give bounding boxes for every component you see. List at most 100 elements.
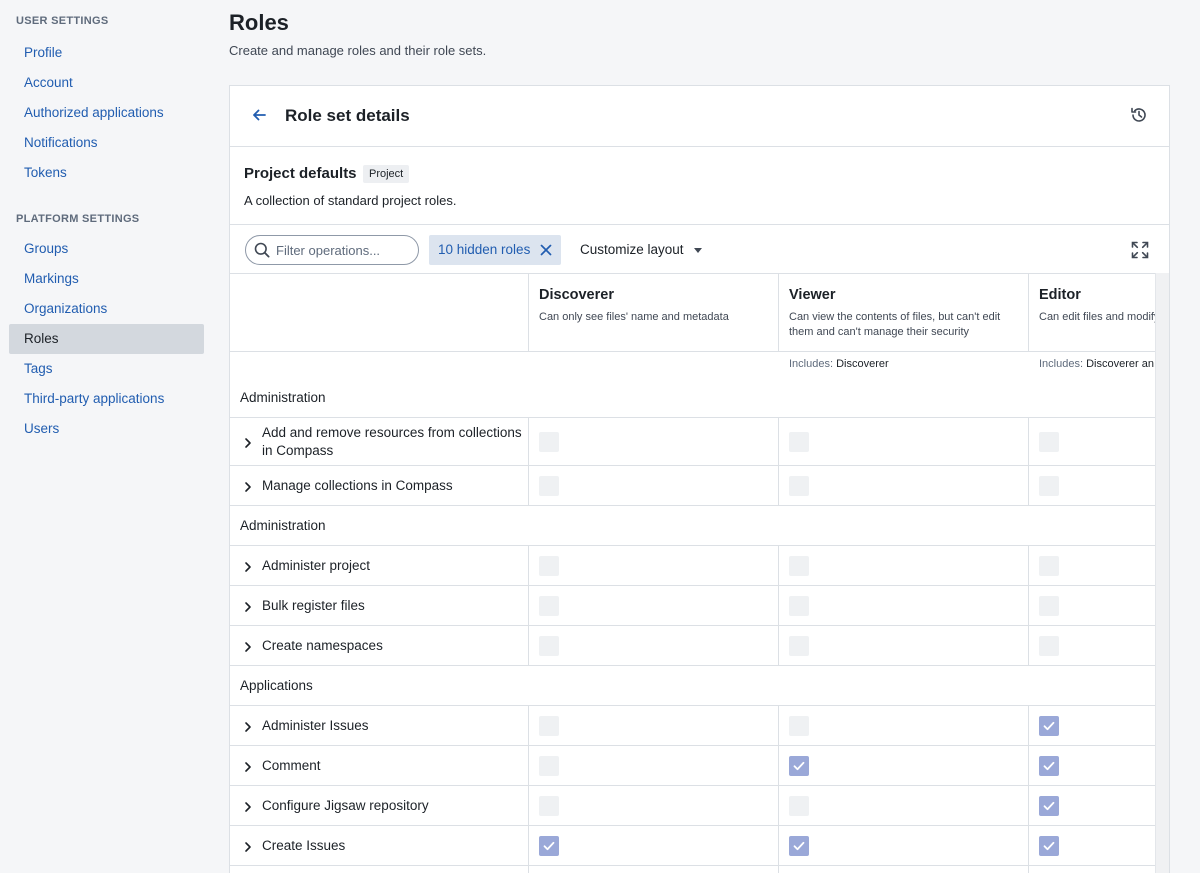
- editor-includes: Includes: Discoverer an: [1039, 358, 1154, 370]
- permission-checkbox[interactable]: [1039, 475, 1059, 496]
- operation-cell: Configure Jigsaw repository: [230, 786, 529, 825]
- permission-checkbox[interactable]: [789, 555, 809, 576]
- table-row: Administer project: [230, 546, 1156, 586]
- table-row: Add and remove resources from collection…: [230, 418, 1156, 466]
- permission-checkbox[interactable]: [1039, 431, 1059, 452]
- hidden-roles-label: 10 hidden roles: [438, 242, 531, 257]
- operation-cell: Add and remove resources from collection…: [230, 418, 529, 465]
- permission-cell: [1029, 706, 1156, 745]
- sidebar-item-profile[interactable]: Profile: [9, 38, 204, 68]
- operation-label: Create namespaces: [262, 637, 383, 653]
- permission-cell: [529, 546, 779, 585]
- role-description: Can only see files' name and metadata: [539, 311, 729, 323]
- permission-checkbox-checked[interactable]: [1039, 755, 1059, 776]
- permission-checkbox[interactable]: [1039, 555, 1059, 576]
- platform-settings-heading: PLATFORM SETTINGS: [16, 213, 140, 225]
- chevron-right-icon[interactable]: [242, 640, 254, 652]
- permission-checkbox[interactable]: [1039, 595, 1059, 616]
- sidebar-item-third-party-applications[interactable]: Third-party applications: [9, 384, 204, 414]
- permission-cell: [529, 826, 779, 865]
- page-subtitle: Create and manage roles and their role s…: [229, 43, 487, 58]
- table-row: Manage collections in Compass: [230, 466, 1156, 506]
- sidebar-item-groups[interactable]: Groups: [9, 234, 204, 264]
- hidden-roles-tag[interactable]: 10 hidden roles: [429, 235, 562, 265]
- permission-checkbox-checked[interactable]: [1039, 795, 1059, 816]
- operation-label: Create Issues: [262, 837, 346, 853]
- permission-checkbox[interactable]: [539, 595, 559, 616]
- permission-checkbox[interactable]: [789, 431, 809, 452]
- permission-cell: [779, 866, 1029, 873]
- permission-checkbox-checked[interactable]: [789, 755, 809, 776]
- sidebar-item-account[interactable]: Account: [9, 68, 204, 98]
- role-set-description: A collection of standard project roles.: [244, 193, 457, 208]
- sidebar-item-tokens[interactable]: Tokens: [9, 158, 204, 188]
- permission-cell: [779, 706, 1029, 745]
- customize-layout-button[interactable]: Customize layout: [580, 235, 702, 265]
- close-icon[interactable]: [540, 244, 552, 256]
- permission-checkbox-checked[interactable]: [1039, 835, 1059, 856]
- customize-layout-label: Customize layout: [580, 242, 684, 257]
- back-arrow-icon[interactable]: [249, 105, 269, 125]
- chevron-right-icon[interactable]: [242, 600, 254, 612]
- sidebar-item-roles[interactable]: Roles: [9, 324, 204, 354]
- table-row: Create namespaces: [230, 626, 1156, 666]
- table-row: Administer Issues: [230, 706, 1156, 746]
- operation-label: Administer Issues: [262, 717, 369, 733]
- permission-checkbox-checked[interactable]: [789, 835, 809, 856]
- role-set-type-tag: Project: [363, 165, 410, 183]
- chevron-right-icon[interactable]: [242, 840, 254, 852]
- permission-cell: [1029, 586, 1156, 625]
- sidebar-item-organizations[interactable]: Organizations: [9, 294, 204, 324]
- permission-cell: [779, 418, 1029, 465]
- chevron-right-icon[interactable]: [242, 800, 254, 812]
- permission-checkbox[interactable]: [1039, 635, 1059, 656]
- sidebar-item-markings[interactable]: Markings: [9, 264, 204, 294]
- permission-checkbox[interactable]: [789, 715, 809, 736]
- horizontal-scroll-edge[interactable]: [1155, 273, 1169, 873]
- permission-checkbox[interactable]: [539, 795, 559, 816]
- chevron-right-icon[interactable]: [242, 760, 254, 772]
- permission-checkbox[interactable]: [789, 595, 809, 616]
- role-header-viewer: Viewer Can view the contents of files, b…: [779, 273, 1029, 352]
- filter-field[interactable]: [245, 235, 419, 265]
- table-header: Discoverer Can only see files' name and …: [230, 273, 1156, 352]
- role-set-name: Project defaults: [244, 165, 357, 182]
- history-icon[interactable]: [1129, 105, 1149, 125]
- permission-checkbox[interactable]: [789, 795, 809, 816]
- permission-cell: [1029, 826, 1156, 865]
- chevron-right-icon[interactable]: [242, 560, 254, 572]
- fullscreen-icon[interactable]: [1131, 241, 1149, 259]
- permission-checkbox-checked[interactable]: [539, 835, 559, 856]
- operation-label: Bulk register files: [262, 597, 365, 613]
- role-name: Viewer: [789, 287, 836, 303]
- caret-down-icon: [693, 247, 702, 253]
- permission-checkbox[interactable]: [539, 555, 559, 576]
- permission-checkbox[interactable]: [789, 475, 809, 496]
- sidebar-item-tags[interactable]: Tags: [9, 354, 204, 384]
- permission-checkbox-checked[interactable]: [1039, 715, 1059, 736]
- role-header-discoverer: Discoverer Can only see files' name and …: [529, 273, 779, 352]
- operation-label: Add and remove resources from collection…: [262, 424, 522, 458]
- permission-checkbox[interactable]: [539, 475, 559, 496]
- table-row: Configure Jigsaw repository: [230, 786, 1156, 826]
- permission-checkbox[interactable]: [539, 635, 559, 656]
- table-row: Bulk register files: [230, 586, 1156, 626]
- user-settings-heading: USER SETTINGS: [16, 15, 109, 27]
- operation-label: Comment: [262, 757, 321, 773]
- permission-checkbox[interactable]: [539, 431, 559, 452]
- operation-cell: [230, 866, 529, 873]
- permission-checkbox[interactable]: [539, 715, 559, 736]
- chevron-right-icon[interactable]: [242, 436, 254, 448]
- table-toolbar: 10 hidden roles Customize layout: [230, 225, 1169, 274]
- card-title: Role set details: [285, 106, 410, 125]
- filter-operations-input[interactable]: [276, 240, 412, 260]
- chevron-right-icon[interactable]: [242, 480, 254, 492]
- chevron-right-icon[interactable]: [242, 720, 254, 732]
- sidebar-item-notifications[interactable]: Notifications: [9, 128, 204, 158]
- permission-checkbox[interactable]: [539, 755, 559, 776]
- sidebar-item-users[interactable]: Users: [9, 414, 204, 444]
- role-description: Can edit files and modify: [1039, 311, 1156, 323]
- permission-checkbox[interactable]: [789, 635, 809, 656]
- sidebar-item-authorized-applications[interactable]: Authorized applications: [9, 98, 204, 128]
- card-header: Role set details: [230, 86, 1169, 147]
